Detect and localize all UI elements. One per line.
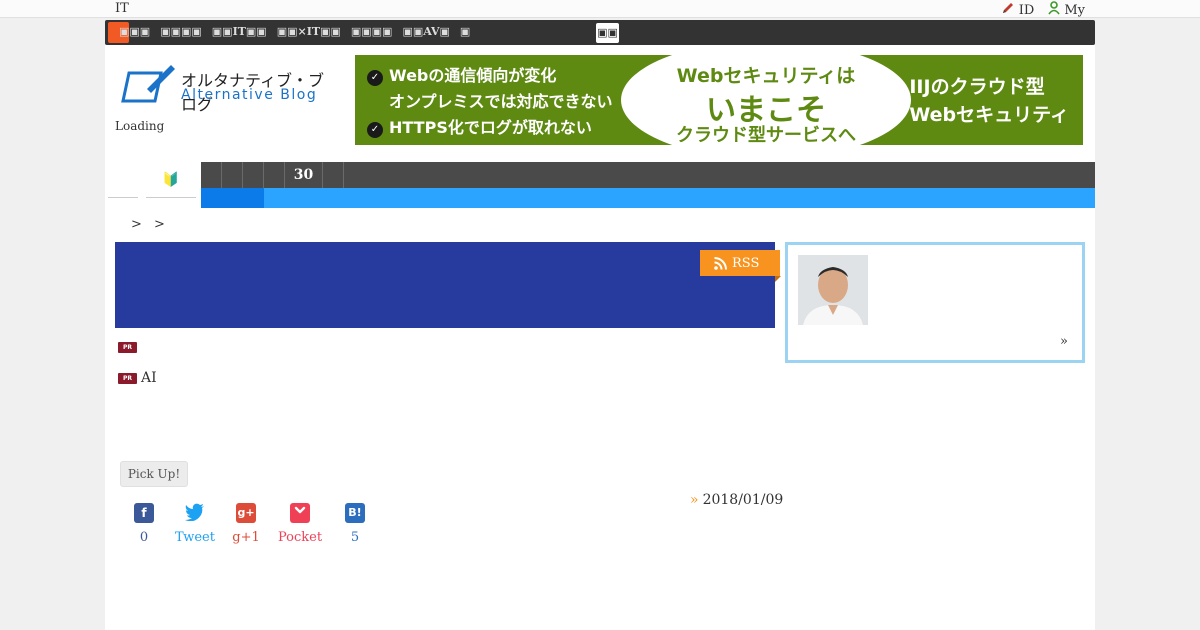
- banner-center-bubble: Webセキュリティは いまこそ クラウド型サービスへ: [621, 55, 911, 145]
- post-date: » 2018/01/09: [690, 492, 784, 508]
- pr-item-text: AI: [141, 370, 157, 386]
- twitter-icon: [185, 503, 205, 523]
- nav-links: ▣▣▣ ▣▣▣▣ ▣▣IT▣▣ ▣▣×IT▣▣ ▣▣▣▣ ▣▣AV▣ ▣: [119, 25, 470, 38]
- share-googleplus[interactable]: g+ g+1: [221, 503, 271, 545]
- global-nav: ▣▣▣ ▣▣▣▣ ▣▣IT▣▣ ▣▣×IT▣▣ ▣▣▣▣ ▣▣AV▣ ▣ ▣▣: [105, 20, 1095, 45]
- profile-more-link[interactable]: »: [1060, 334, 1068, 349]
- pr-item-1[interactable]: PR: [118, 342, 141, 353]
- banner-left-text: ✓ Webの通信傾向が変化 オンプレミスでは対応できない ✓ HTTPS化でログが取…: [367, 63, 613, 141]
- beginner-icon: 🔰: [162, 172, 180, 188]
- subcategory-bar: [201, 188, 1095, 208]
- nav-current-tab[interactable]: ▣▣: [596, 23, 619, 43]
- pocket-icon: [290, 503, 310, 523]
- my-label: My: [1064, 2, 1085, 18]
- pr-badge: PR: [118, 342, 137, 353]
- pencil-icon: [1001, 1, 1015, 19]
- nav-link-6[interactable]: ▣▣AV▣: [402, 25, 449, 38]
- breadcrumb: > >: [131, 217, 169, 232]
- hatena-icon: B!: [345, 503, 365, 523]
- googleplus-label: g+1: [232, 530, 260, 545]
- category-seg-30[interactable]: 30: [285, 162, 323, 188]
- id-label: ID: [1018, 2, 1035, 18]
- category-seg-4[interactable]: [264, 162, 285, 188]
- pickup-label: Pick Up!: [120, 461, 188, 487]
- check-icon: ✓: [367, 70, 383, 86]
- my-link[interactable]: My: [1048, 1, 1085, 19]
- hatena-count: 5: [350, 530, 360, 545]
- pr-badge: PR: [118, 372, 137, 384]
- nav-link-2[interactable]: ▣▣▣▣: [160, 25, 202, 38]
- site-logo[interactable]: オルタナティブ・ブログ Alternative Blog: [121, 63, 336, 114]
- author-profile: »: [785, 242, 1085, 363]
- category-tabs: 🔰: [108, 162, 198, 198]
- nav-link-1[interactable]: ▣▣▣: [119, 25, 150, 38]
- rss-button[interactable]: RSS: [700, 250, 781, 282]
- avatar[interactable]: [798, 255, 868, 325]
- blog-header: RSS: [115, 242, 781, 328]
- pr-item-2[interactable]: PR AI: [118, 370, 157, 386]
- nav-link-3[interactable]: ▣▣IT▣▣: [212, 25, 267, 38]
- top-utility-bar: IT ID My: [0, 0, 1200, 18]
- pocket-label: Pocket: [277, 530, 323, 545]
- user-links: ID My: [1001, 1, 1085, 19]
- share-facebook[interactable]: f 0: [119, 503, 169, 545]
- logo-english: Alternative Blog: [181, 87, 318, 103]
- site-label[interactable]: IT: [115, 1, 129, 16]
- nav-link-5[interactable]: ▣▣▣▣: [351, 25, 393, 38]
- twitter-label: Tweet: [175, 530, 215, 545]
- facebook-count: 0: [139, 530, 149, 545]
- banner-right-text: IIJのクラウド型 Webセキュリティ: [909, 76, 1069, 126]
- ad-banner[interactable]: ✓ Webの通信傾向が変化 オンプレミスでは対応できない ✓ HTTPS化でログが取…: [355, 55, 1083, 145]
- category-tab-1[interactable]: [108, 162, 138, 198]
- loading-text: Loading: [115, 119, 165, 133]
- share-hatena[interactable]: B! 5: [330, 503, 380, 545]
- id-link[interactable]: ID: [1001, 1, 1035, 19]
- category-tab-beginner[interactable]: 🔰: [146, 162, 196, 198]
- category-seg-6[interactable]: [323, 162, 344, 188]
- facebook-icon: f: [134, 503, 154, 523]
- share-pocket[interactable]: Pocket: [275, 503, 325, 545]
- user-icon: [1048, 1, 1060, 19]
- subcategory-active[interactable]: [201, 188, 264, 208]
- category-seg-1[interactable]: [201, 162, 222, 188]
- category-seg-3[interactable]: [243, 162, 264, 188]
- nav-link-7[interactable]: ▣: [460, 25, 470, 38]
- category-seg-2[interactable]: [222, 162, 243, 188]
- main-content: オルタナティブ・ブログ Alternative Blog Loading ✓ We…: [105, 45, 1095, 630]
- date-arrow: »: [690, 492, 699, 508]
- rss-icon: [714, 256, 727, 270]
- share-twitter[interactable]: Tweet: [170, 503, 220, 545]
- googleplus-icon: g+: [236, 503, 256, 523]
- nav-link-4[interactable]: ▣▣×IT▣▣: [277, 25, 341, 38]
- rss-label: RSS: [732, 255, 760, 271]
- check-icon: ✓: [367, 122, 383, 138]
- logo-mark-icon: [121, 65, 175, 103]
- category-dark-bar: 30: [201, 162, 1095, 188]
